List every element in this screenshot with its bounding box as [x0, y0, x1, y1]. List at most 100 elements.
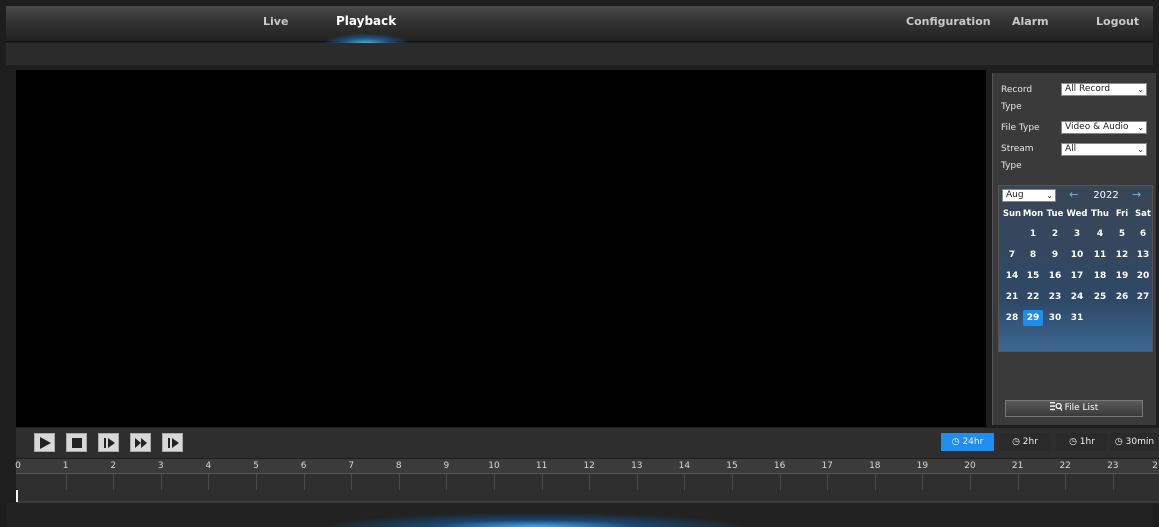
calendar-day[interactable]: 28 [1002, 310, 1022, 326]
footer-bar [6, 503, 1153, 527]
calendar-day[interactable]: 15 [1023, 268, 1043, 284]
year-value: 2022 [1093, 190, 1119, 201]
timeline-track[interactable] [16, 473, 1159, 502]
file-list-button[interactable]: File List [1005, 400, 1143, 417]
timeline-hour-label: 4 [205, 461, 212, 471]
timeline-hour-label: 16 [773, 461, 786, 471]
calendar-day[interactable]: 16 [1045, 268, 1065, 284]
stop-button[interactable] [66, 433, 87, 452]
calendar-day[interactable]: 6 [1133, 226, 1153, 242]
timeline-tick [1112, 474, 1114, 490]
calendar-day[interactable]: 19 [1112, 268, 1132, 284]
timeline-tick [1017, 474, 1019, 490]
calendar-day[interactable]: 2 [1045, 226, 1065, 242]
calendar-day[interactable]: 10 [1067, 247, 1087, 263]
timeline-hour-label: 5 [253, 461, 259, 471]
calendar-day[interactable]: 1 [1023, 226, 1043, 242]
calendar-day[interactable]: 11 [1090, 247, 1110, 263]
timeline-hour-label: 12 [583, 461, 595, 471]
calendar-day[interactable]: 13 [1133, 247, 1153, 263]
calendar-day[interactable]: 30 [1045, 310, 1065, 326]
nav-playback[interactable]: Playback [336, 14, 396, 28]
nav-live[interactable]: Live [263, 15, 288, 28]
nav-configuration[interactable]: Configuration [906, 15, 991, 28]
fast-forward-icon [135, 438, 147, 448]
timeline-hour-label: 0 [15, 461, 21, 471]
range-1hr-button[interactable]: ◷ 1hr [1056, 433, 1108, 451]
calendar-day-selected[interactable]: 29 [1023, 310, 1043, 326]
range-2hr-label: 2hr [1022, 437, 1038, 447]
month-select[interactable]: Aug ⌄ [1002, 189, 1056, 202]
timeline-hour-label: 17 [821, 461, 833, 471]
timeline-cursor[interactable] [16, 490, 18, 502]
timeline-tick [446, 474, 448, 490]
single-frame-button[interactable] [162, 433, 183, 452]
arrow-left-icon[interactable]: ← [1069, 188, 1078, 201]
calendar-day[interactable]: 18 [1090, 268, 1110, 284]
calendar-day[interactable]: 21 [1002, 289, 1022, 305]
range-2hr-button[interactable]: ◷ 2hr [999, 433, 1051, 451]
stream-type-select[interactable]: All ⌄ [1061, 143, 1147, 156]
calendar: Aug ⌄ ← 2022 → Sun Mon Tue Wed Thu Fri Sat 1 2 3 4… [998, 185, 1153, 352]
chevron-down-icon: ⌄ [1137, 123, 1144, 132]
calendar-day[interactable]: 4 [1090, 226, 1110, 242]
calendar-day[interactable]: 17 [1067, 268, 1087, 284]
calendar-day[interactable]: 7 [1002, 247, 1022, 263]
nav-alarm[interactable]: Alarm [1012, 15, 1049, 28]
calendar-day[interactable]: 9 [1045, 247, 1065, 263]
timeline-hour-label: 9 [443, 461, 450, 471]
clock-icon: ◷ [1012, 437, 1020, 447]
timeline-tick [1065, 474, 1067, 490]
timeline-hour-label: 7 [348, 461, 355, 471]
calendar-day[interactable]: 8 [1023, 247, 1043, 263]
nav-logout[interactable]: Logout [1096, 15, 1139, 28]
calendar-day[interactable]: 23 [1045, 289, 1065, 305]
timeline-tick [874, 474, 876, 490]
timeline-hour-label: 22 [1059, 461, 1071, 471]
clock-icon: ◷ [1114, 437, 1123, 447]
top-nav-bar: Live Playback Configuration Alarm Logout [6, 6, 1153, 44]
timeline-tick [160, 474, 162, 490]
range-30min-button[interactable]: ◷ 30min [1110, 433, 1159, 451]
file-type-label: File Type [1001, 123, 1040, 133]
timeline-tick [398, 474, 400, 490]
timeline-tick [684, 474, 686, 490]
weekday-header: Sat [1135, 209, 1151, 219]
clock-icon: ◷ [951, 437, 960, 447]
calendar-header: Aug ⌄ ← 2022 → [999, 186, 1152, 204]
file-list-icon [1049, 402, 1063, 411]
fast-forward-button[interactable] [130, 433, 151, 452]
calendar-day[interactable]: 22 [1023, 289, 1043, 305]
search-panel: Record Type All Record ⌄ File Type Video… [992, 73, 1156, 425]
calendar-day[interactable]: 26 [1112, 289, 1132, 305]
slow-forward-button[interactable] [98, 433, 119, 452]
calendar-day[interactable]: 31 [1067, 310, 1087, 326]
timeline-hour-label: 6 [300, 461, 307, 471]
record-type-select[interactable]: All Record ⌄ [1061, 83, 1147, 96]
file-type-select[interactable]: Video & Audio ⌄ [1061, 121, 1147, 134]
calendar-day[interactable]: 25 [1090, 289, 1110, 305]
range-24hr-button[interactable]: ◷ 24hr [941, 433, 994, 451]
playback-control-bar: ◷ 24hr ◷ 2hr ◷ 1hr ◷ 30min [16, 428, 1159, 458]
calendar-day[interactable]: 27 [1133, 289, 1153, 305]
calendar-day[interactable]: 12 [1112, 247, 1132, 263]
timeline-tick [970, 474, 971, 490]
clock-icon: ◷ [1069, 437, 1077, 447]
timeline-hour-label: 23 [1107, 461, 1119, 471]
calendar-day[interactable]: 14 [1002, 268, 1022, 284]
timeline-tick [732, 474, 733, 490]
calendar-day[interactable]: 24 [1067, 289, 1087, 305]
record-type-label: Record [1001, 85, 1033, 95]
timeline[interactable]: 0 1 2 3 4 5 6 7 8 9 10 11 12 13 14 15 16 17 18 19 20 21 22 23 2 [15, 459, 1159, 503]
sub-header-strip [6, 43, 1153, 65]
play-button[interactable] [34, 433, 55, 452]
weekday-header: Sun [1002, 209, 1022, 219]
timeline-hour-label: 15 [726, 461, 738, 471]
calendar-day[interactable]: 20 [1133, 268, 1153, 284]
slow-forward-icon [104, 438, 115, 448]
calendar-day[interactable]: 3 [1067, 226, 1087, 242]
calendar-day[interactable]: 5 [1112, 226, 1132, 242]
video-player[interactable] [16, 70, 986, 427]
play-icon [40, 437, 51, 449]
arrow-right-icon[interactable]: → [1132, 188, 1141, 201]
